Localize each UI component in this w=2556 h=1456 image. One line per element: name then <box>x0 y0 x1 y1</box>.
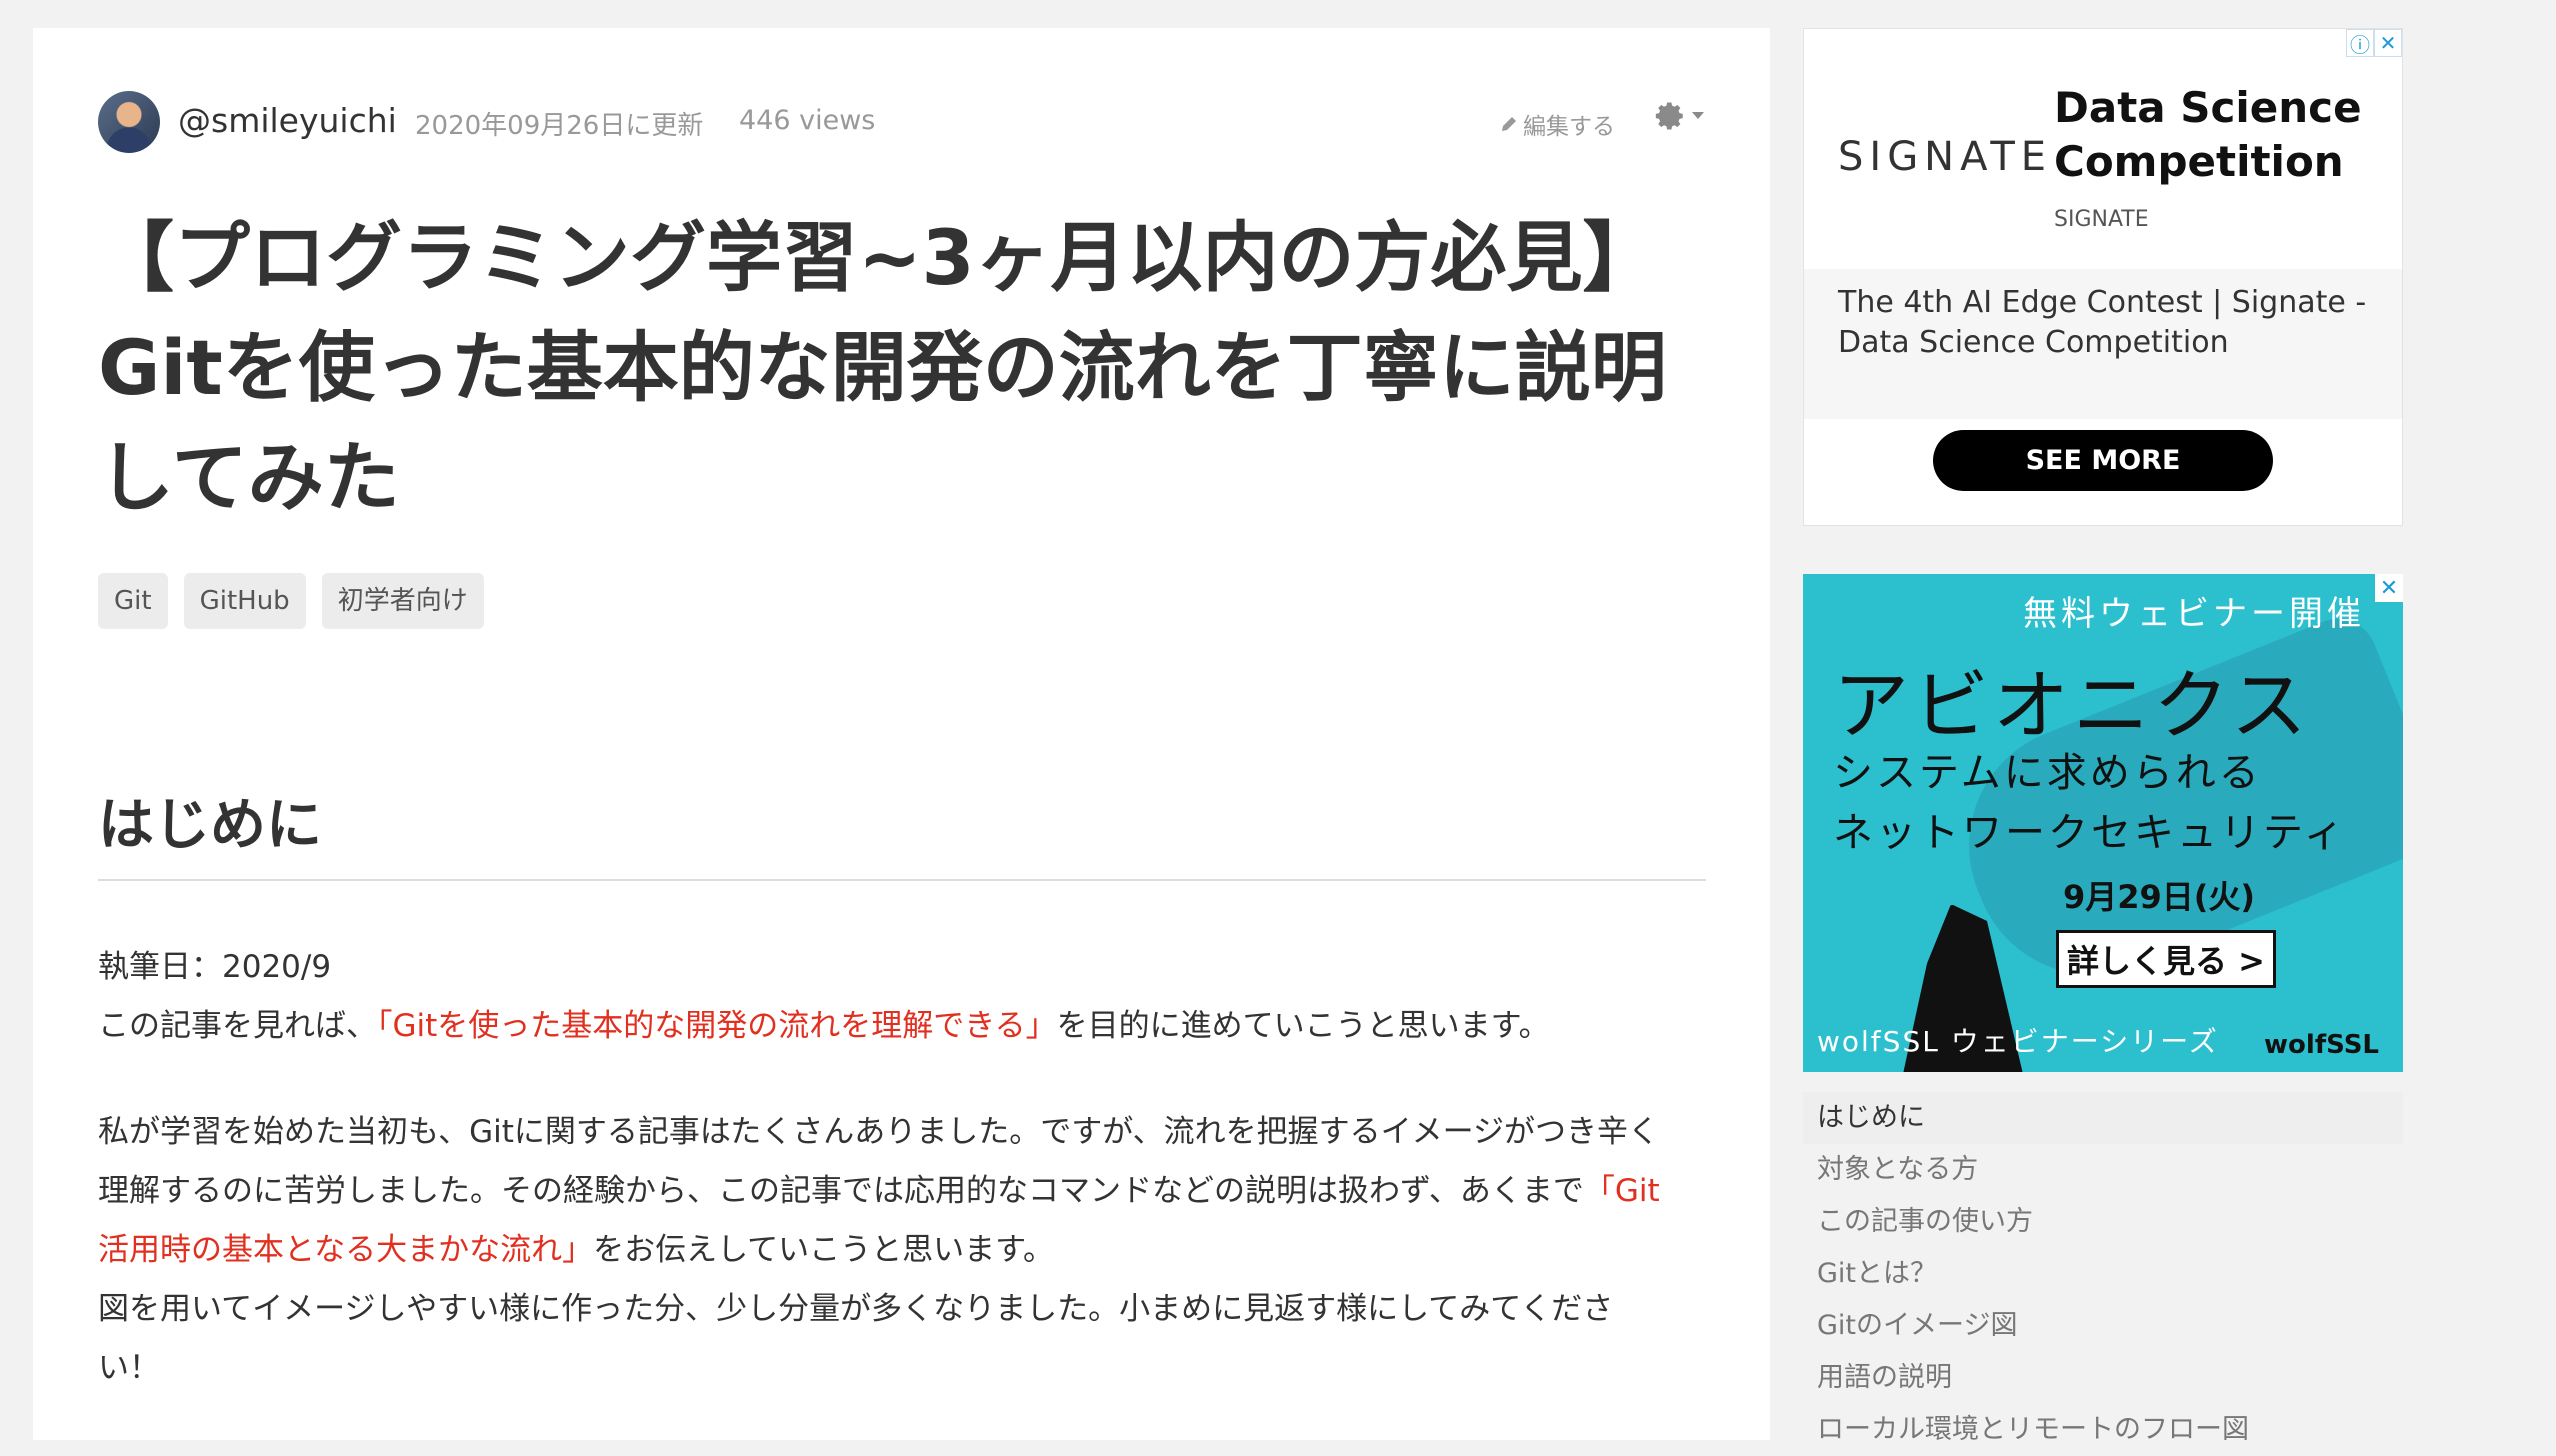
paragraph-line: い！ <box>98 1350 160 1386</box>
ad-close-icon[interactable]: ✕ <box>2374 29 2402 57</box>
ad-description: The 4th AI Edge Contest | Signate - Data… <box>1838 283 2366 363</box>
ad-banner-series: wolfSSL ウェビナーシリーズ <box>1817 1025 2219 1058</box>
table-of-contents: はじめに 対象となる方 この記事の使い方 Gitとは？ Gitのイメージ図 用語… <box>1803 1092 2403 1456</box>
pencil-icon <box>1502 117 1516 131</box>
ad-banner-line: システムに求められる <box>1833 750 2262 796</box>
ad-brand: SIGNATE <box>2054 207 2149 232</box>
tag-git[interactable]: Git <box>98 573 168 629</box>
toc-item[interactable]: はじめに <box>1803 1092 2403 1144</box>
ad-banner-date: 9月29日(火) <box>2063 878 2256 916</box>
paragraph-line: 私が学習を始めた当初も、Gitに関する記事はたくさんありました。ですが、流れを把… <box>98 1114 1659 1150</box>
toc-item[interactable]: ローカル環境とリモートのフロー図 <box>1803 1404 2403 1456</box>
toc-item[interactable]: 用語の説明 <box>1803 1352 2403 1404</box>
ad-details-button[interactable]: 詳しく見る > <box>2056 930 2276 988</box>
ad-headline-line: Competition <box>2054 137 2344 186</box>
author-avatar[interactable] <box>98 91 160 153</box>
text-span: を目的に進めていこうと思います。 <box>1056 1008 1550 1044</box>
ad-wolfssl[interactable]: ✕ 無料ウェビナー開催 アビオニクス システムに求められる ネットワークセキュリ… <box>1803 574 2403 1072</box>
text-span: 理解するのに苦労しました。その経験から、この記事では応用的なコマンドなどの説明は… <box>98 1173 1584 1209</box>
author-row: @smileyuichi 2020年09月26日に更新 446 views 編集… <box>98 91 1705 153</box>
article-card: @smileyuichi 2020年09月26日に更新 446 views 編集… <box>33 28 1770 1440</box>
ad-info-icon[interactable]: ⓘ <box>2346 29 2374 57</box>
settings-menu-button[interactable] <box>1653 99 1705 133</box>
ad-signate[interactable]: ⓘ ✕ SIGNATE Data Science Competition SIG… <box>1803 28 2403 526</box>
edit-link[interactable]: 編集する <box>1499 107 1615 141</box>
ad-close-icon[interactable]: ✕ <box>2375 574 2403 602</box>
ad-logo: SIGNATE <box>1838 134 2053 180</box>
ad-banner-line: ネットワークセキュリティ <box>1833 810 2347 856</box>
paragraph-line: 活用時の基本となる大まかな流れ」をお伝えしていこうと思います。 <box>98 1221 1738 1280</box>
toc-item[interactable]: Gitのイメージ図 <box>1803 1300 2403 1352</box>
view-count: 446 views <box>739 105 876 136</box>
highlight-text: 「Git <box>1583 1173 1660 1209</box>
caret-down-icon <box>1692 112 1704 119</box>
toc-item[interactable]: Gitとは？ <box>1803 1248 2403 1300</box>
article-title: 【プログラミング学習~3ヶ月以内の方必見】Gitを使った基本的な開発の流れを丁寧… <box>98 213 1667 522</box>
ad-banner-top: 無料ウェビナー開催 <box>2023 594 2365 634</box>
ad-headline: Data Science Competition <box>2054 81 2362 189</box>
article-body: 執筆日：2020/9 この記事を見れば、「Gitを使った基本的な開発の流れを理解… <box>98 938 1738 1398</box>
toc-item[interactable]: この記事の使い方 <box>1803 1196 2403 1248</box>
tag-list: Git GitHub 初学者向け <box>98 573 484 629</box>
ad-banner-brand: wolfSSL <box>2264 1030 2379 1060</box>
highlight-text: 「Gitを使った基本的な開発の流れを理解できる」 <box>377 1008 1057 1044</box>
paragraph-line: この記事を見れば、「Gitを使った基本的な開発の流れを理解できる」を目的に進めて… <box>98 997 1738 1056</box>
text-span: この記事を見れば、 <box>98 1008 377 1044</box>
ad-controls: ⓘ ✕ <box>2346 29 2402 57</box>
gear-icon <box>1655 102 1683 130</box>
toc-item[interactable]: 対象となる方 <box>1803 1144 2403 1196</box>
ad-headline-line: Data Science <box>2054 83 2362 132</box>
highlight-text: 活用時の基本となる大まかな流れ」 <box>98 1232 594 1268</box>
updated-date: 2020年09月26日に更新 <box>415 111 704 141</box>
tag-beginner[interactable]: 初学者向け <box>321 573 484 629</box>
see-more-button[interactable]: SEE MORE <box>1933 430 2273 491</box>
section-heading: はじめに <box>98 791 1706 881</box>
edit-label: 編集する <box>1523 114 1615 140</box>
ad-banner-headline: アビオニクス <box>1833 661 2311 750</box>
ad-description-line: Data Science Competition <box>1838 325 2229 360</box>
text-span: をお伝えしていこうと思います。 <box>593 1232 1055 1268</box>
paragraph-line: 図を用いてイメージしやすい様に作った分、少し分量が多くなりました。小まめに見返す… <box>98 1291 1614 1327</box>
ad-description-line: The 4th AI Edge Contest | Signate - <box>1838 285 2367 320</box>
tag-github[interactable]: GitHub <box>183 573 306 629</box>
author-name[interactable]: @smileyuichi <box>178 101 397 140</box>
paragraph-line: 理解するのに苦労しました。その経験から、この記事では応用的なコマンドなどの説明は… <box>98 1162 1738 1221</box>
paragraph-line: 執筆日：2020/9 <box>98 949 332 985</box>
